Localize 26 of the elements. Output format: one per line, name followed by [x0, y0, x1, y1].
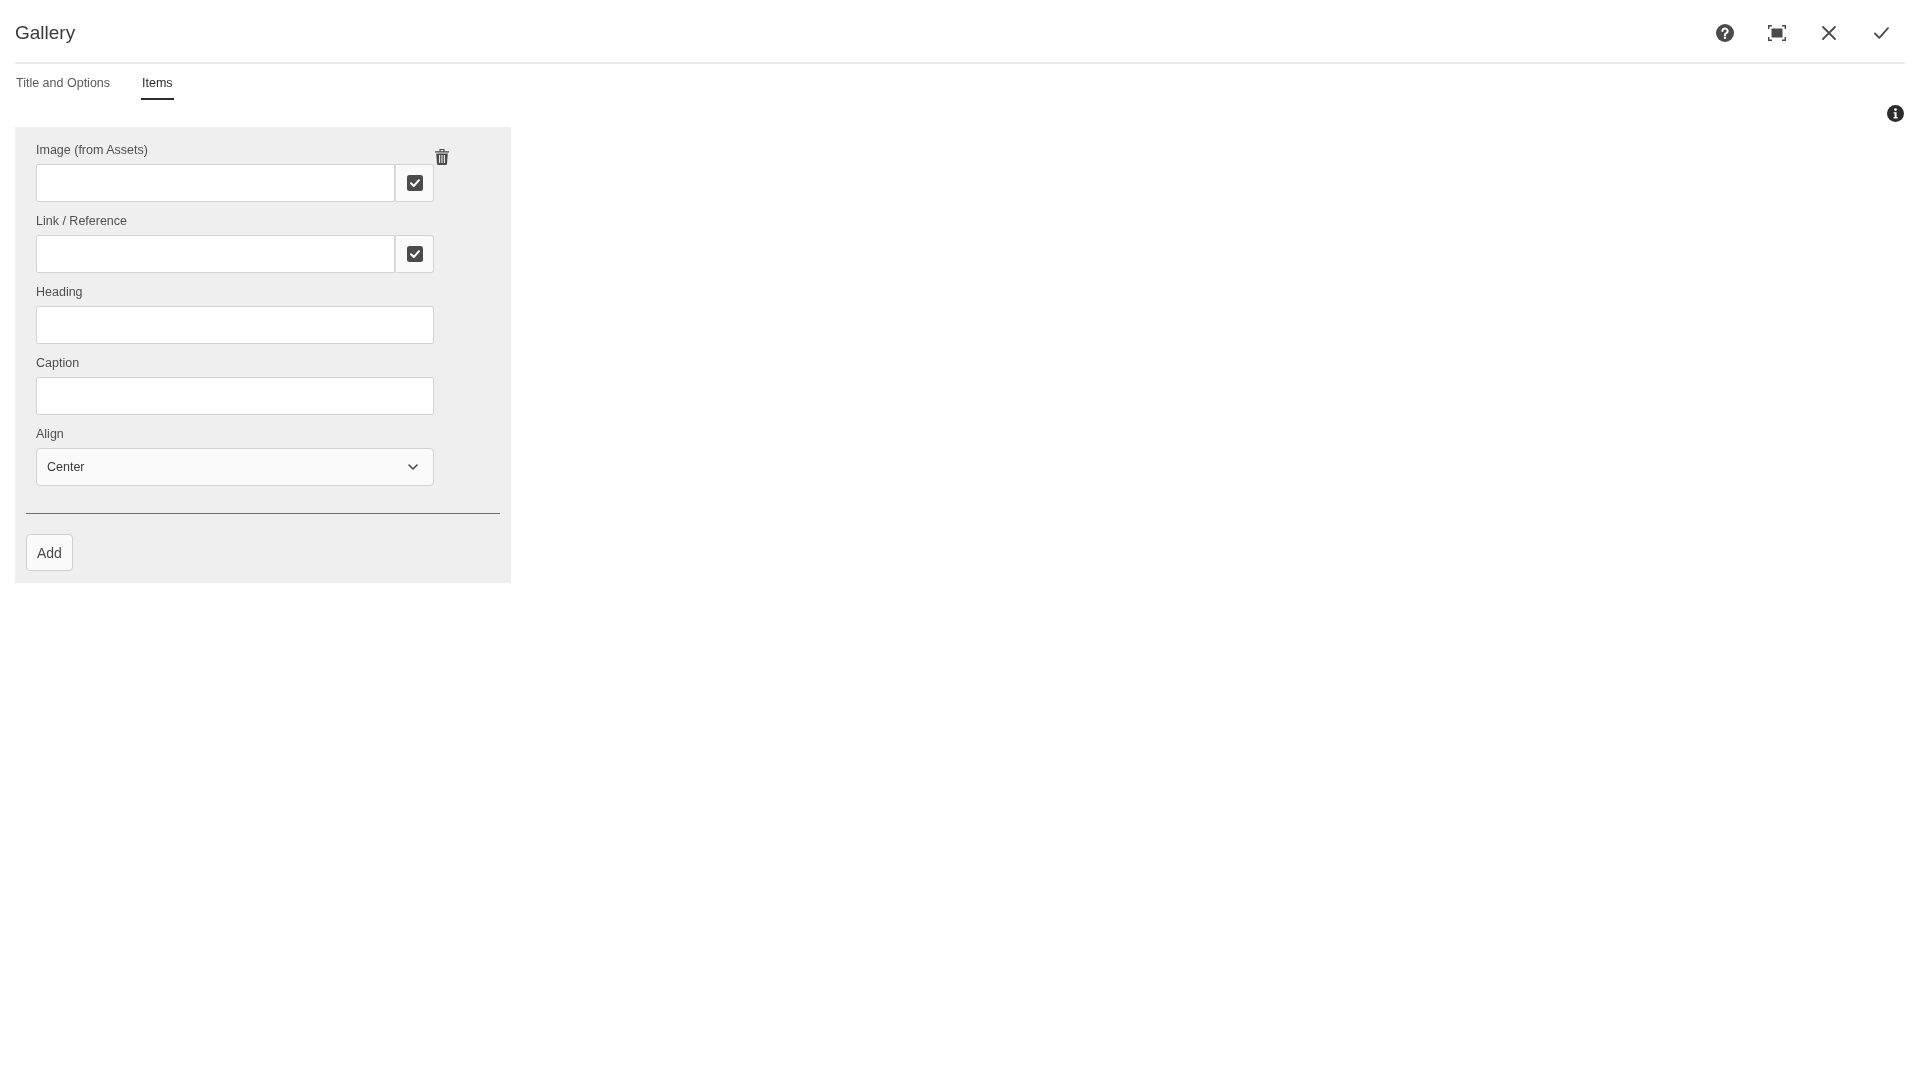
text-input-field[interactable]: [36, 306, 434, 344]
check-square-icon: [406, 246, 423, 262]
info-icon[interactable]: [1887, 105, 1904, 122]
field-label: Image (from Assets): [36, 142, 148, 159]
help-icon: [1716, 24, 1734, 42]
add-button[interactable]: Add: [26, 534, 73, 571]
close-icon: [1822, 26, 1836, 40]
tab[interactable]: Items: [141, 64, 174, 100]
path-input-field[interactable]: [36, 235, 395, 273]
field-label: Link / Reference: [36, 213, 128, 230]
text-input-field[interactable]: [36, 377, 434, 415]
browse-button[interactable]: [395, 235, 434, 273]
browse-button[interactable]: [395, 164, 434, 202]
field-label: Caption: [36, 355, 80, 372]
chevron-down-icon: [408, 464, 418, 470]
field-label: Align: [36, 426, 64, 443]
trash-icon: [435, 149, 449, 165]
path-input-field[interactable]: [36, 164, 395, 202]
tab[interactable]: Title and Options: [15, 64, 112, 100]
fullscreen-icon: [1768, 25, 1786, 41]
field-label: Heading: [36, 284, 83, 301]
dialog-title: Gallery: [15, 21, 76, 45]
align-dropdown[interactable]: Center: [36, 448, 434, 486]
delete-button[interactable]: [435, 149, 449, 165]
checkmark-icon: [1873, 27, 1889, 39]
check-square-icon: [406, 175, 423, 191]
